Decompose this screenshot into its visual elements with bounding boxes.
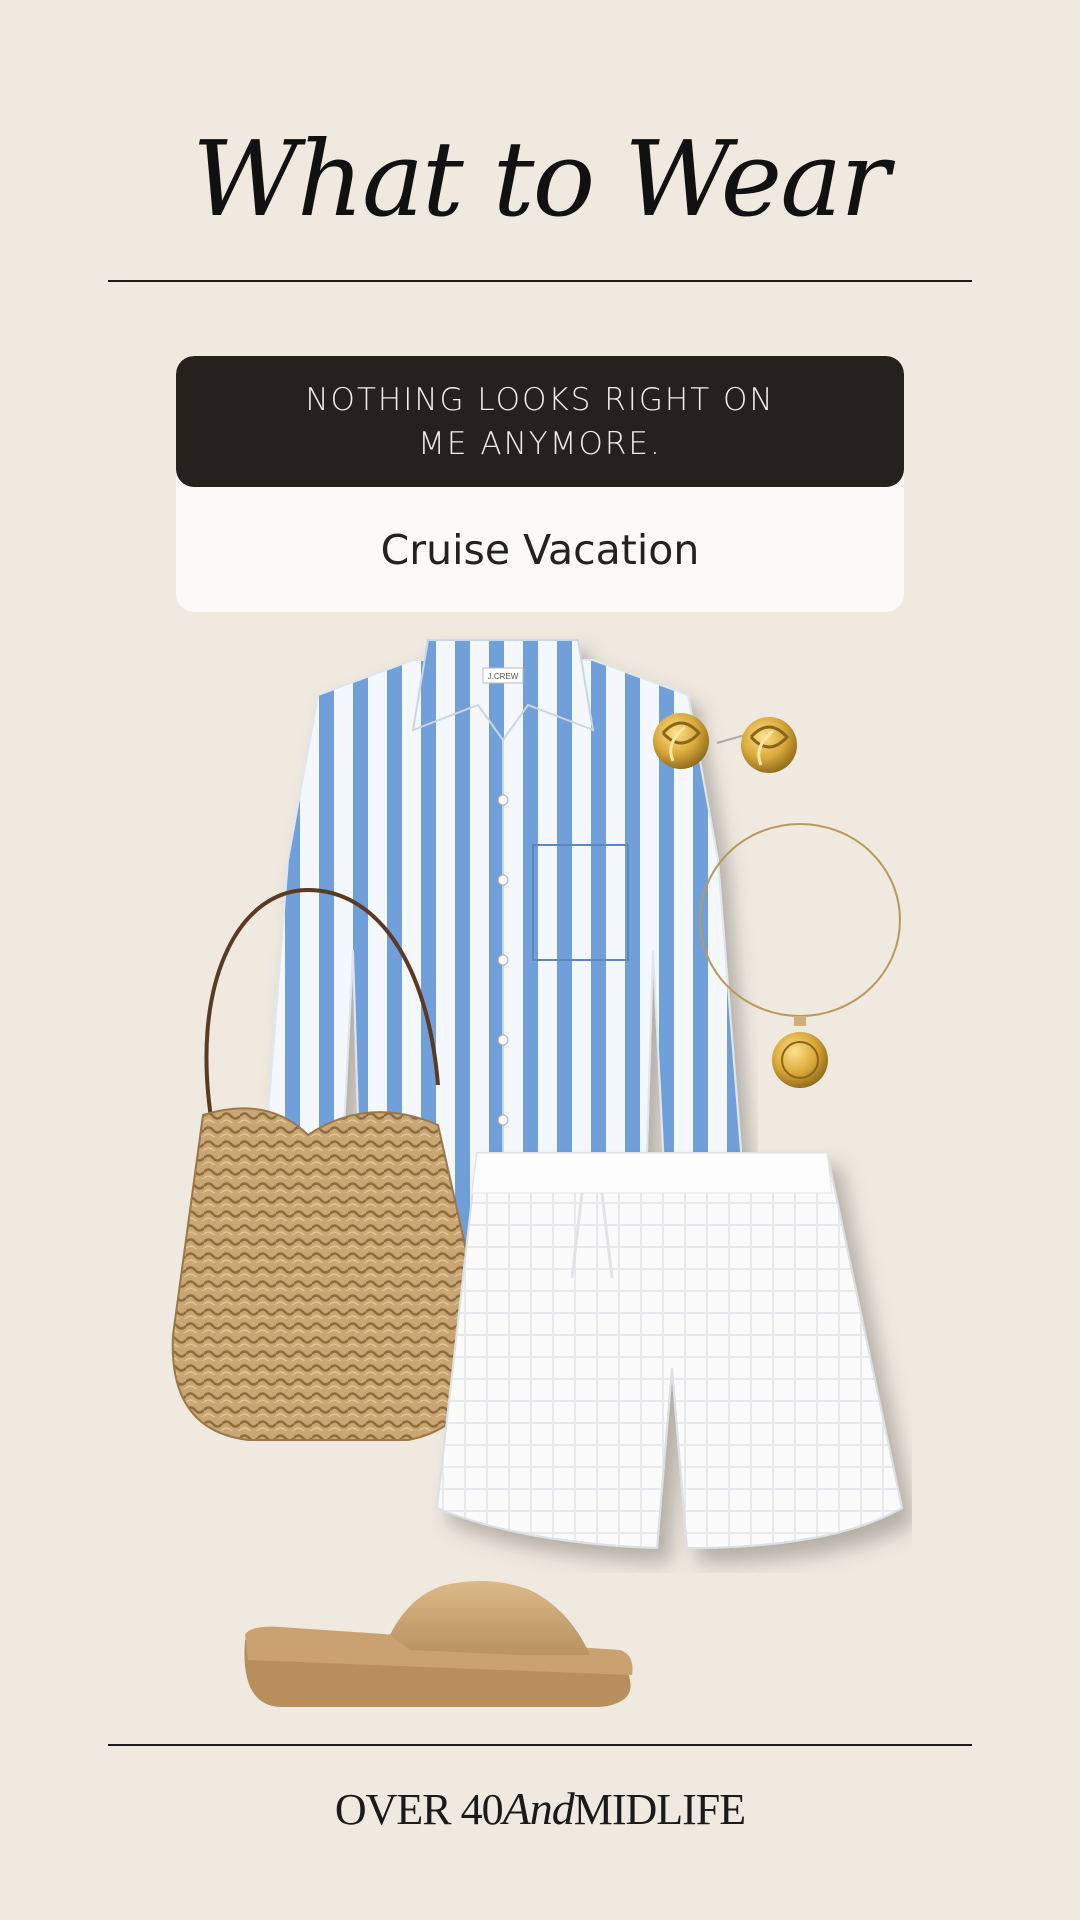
pendant-necklace-image[interactable] <box>695 820 910 1095</box>
page-title: What to Wear <box>192 118 890 240</box>
topic-card: NOTHING LOOKS RIGHT ON ME ANYMORE. Cruis… <box>176 356 904 612</box>
white-shorts-image[interactable] <box>432 1148 912 1573</box>
bottom-divider <box>108 1744 972 1746</box>
brand-part1: OVER 40 <box>334 1785 504 1834</box>
top-divider <box>108 280 972 282</box>
card-subtitle: Cruise Vacation <box>380 525 700 574</box>
knot-earrings-image[interactable] <box>645 703 805 788</box>
card-headline: NOTHING LOOKS RIGHT ON ME ANYMORE. <box>176 356 904 487</box>
brand-part2: MIDLIFE <box>573 1785 746 1834</box>
brand-and: And <box>502 1783 575 1834</box>
slide-sandals-image[interactable] <box>240 1575 640 1715</box>
shirt-label: J.CREW <box>488 672 519 681</box>
brand-logo: OVER 40AndMIDLIFE <box>0 1782 1080 1835</box>
